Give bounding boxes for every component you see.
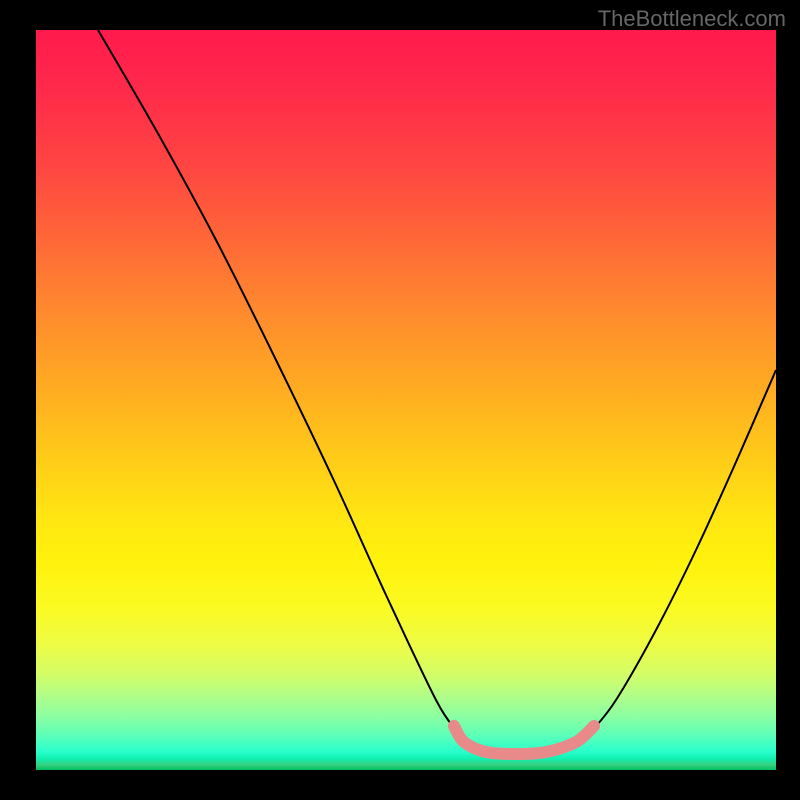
watermark-text: TheBottleneck.com	[598, 6, 786, 32]
curve-right-ascent	[591, 370, 776, 732]
chart-plot-area	[36, 30, 776, 770]
valley-highlight-stroke	[454, 726, 594, 754]
chart-svg	[36, 30, 776, 770]
curve-left-descent	[98, 30, 456, 730]
